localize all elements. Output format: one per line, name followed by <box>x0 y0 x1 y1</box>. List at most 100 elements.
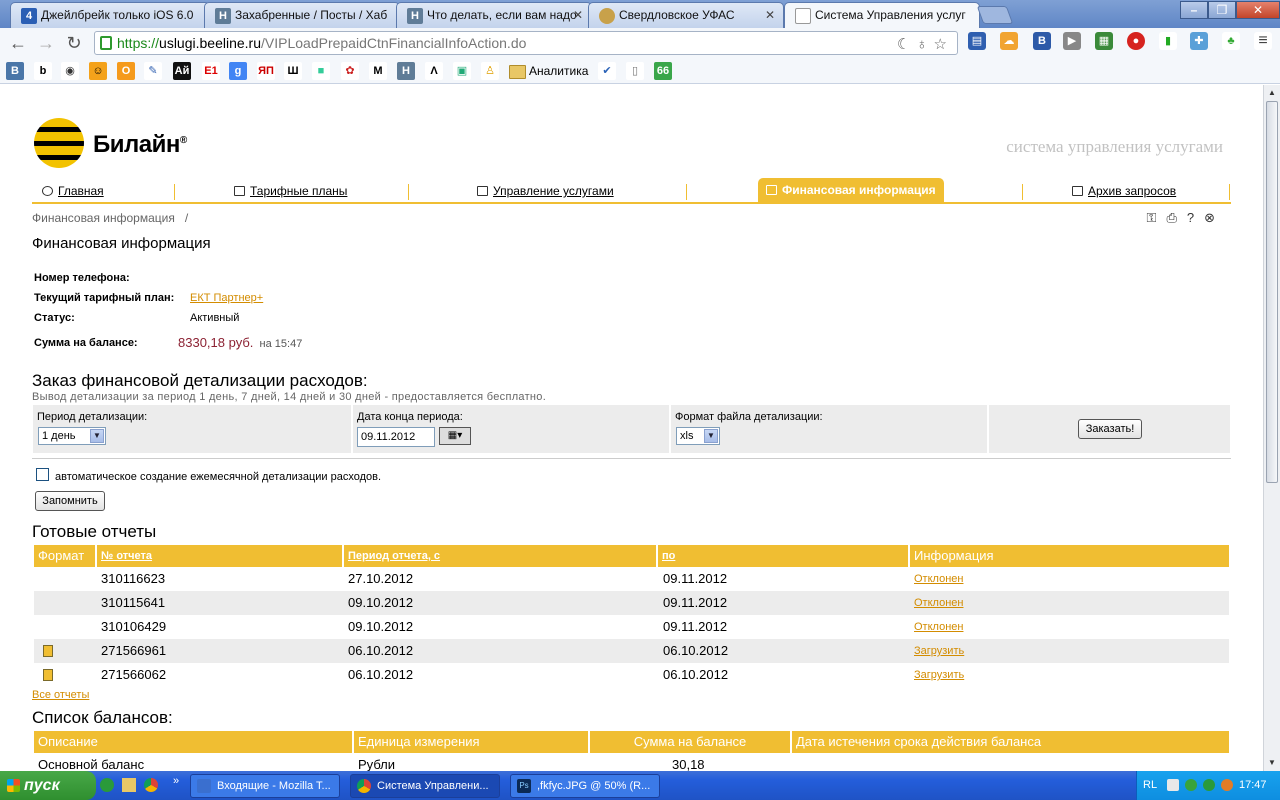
close-tab-icon[interactable]: ✕ <box>765 8 775 22</box>
report-info-link[interactable]: Загрузить <box>914 639 964 663</box>
play-icon[interactable]: ▶ <box>1063 32 1081 50</box>
browser-tab-1[interactable]: 4 Джейлбрейк только iOS 6.0 <box>10 2 210 28</box>
browser-tab-4[interactable]: Свердловское УФАС ✕ <box>588 2 784 28</box>
auto-detail-checkbox[interactable] <box>36 468 49 481</box>
language-indicator[interactable]: RL <box>1143 771 1157 800</box>
map-icon[interactable]: ▦ <box>1095 32 1113 50</box>
tray-status-icon[interactable] <box>1203 779 1215 791</box>
col-period-to[interactable]: по <box>658 545 910 567</box>
nav-home[interactable]: Главная <box>42 180 104 202</box>
star-icon[interactable]: ☆ <box>934 36 953 53</box>
signal-bars-icon[interactable]: ▮ <box>1159 32 1177 50</box>
close-icon[interactable]: ⊗ <box>1204 210 1225 225</box>
tray-update-icon[interactable] <box>1221 779 1233 791</box>
chat-icon[interactable]: ▤ <box>968 32 986 50</box>
url-path: /VIPLoadPrepaidCtnFinancialInfoAction.do <box>261 35 527 51</box>
puzzle-icon[interactable]: ✚ <box>1190 32 1208 50</box>
address-bar[interactable]: https://uslugi.beeline.ru/VIPLoadPrepaid… <box>94 31 958 55</box>
report-info-link[interactable]: Отклонен <box>914 615 963 639</box>
col-amount: Сумма на балансе <box>590 731 792 753</box>
chrome-icon[interactable] <box>144 778 158 792</box>
back-arrow-icon[interactable]: ← <box>8 33 28 53</box>
nav-archive[interactable]: Архив запросов <box>1072 180 1176 202</box>
format-select[interactable]: xls ▼ <box>676 427 720 445</box>
scrollbar-thumb[interactable] <box>1266 101 1278 483</box>
taskbar-chrome[interactable]: Система Управлени... <box>350 774 500 798</box>
leaf-icon[interactable]: ♣ <box>1222 32 1240 50</box>
report-info-link[interactable]: Загрузить <box>914 663 964 687</box>
ai-icon[interactable]: Ай <box>173 62 191 80</box>
bulb-icon[interactable]: ♁ <box>916 36 933 53</box>
maximize-button[interactable]: ❐ <box>1208 1 1236 19</box>
end-date-input[interactable]: 09.11.2012 <box>357 427 435 447</box>
chevron-right-icon[interactable]: » <box>173 775 179 787</box>
mask-icon[interactable]: ◉ <box>61 62 79 80</box>
nav-finance[interactable]: Финансовая информация <box>758 178 944 202</box>
columns-icon[interactable]: Ш <box>284 62 302 80</box>
start-button[interactable]: пуск <box>0 771 96 800</box>
person-icon[interactable]: ♙ <box>481 62 499 80</box>
wrench-icon[interactable]: ≡ <box>1254 32 1272 50</box>
period-select[interactable]: 1 день ▼ <box>38 427 106 445</box>
browser-tab-3[interactable]: H Что делать, если вам надо ✕ <box>396 2 592 28</box>
table-row: 310106429 09.10.2012 09.11.2012 Отклонен <box>34 615 1229 639</box>
remember-button[interactable]: Запомнить <box>35 491 105 511</box>
odnoklassniki-icon[interactable]: О <box>117 62 135 80</box>
e1-icon[interactable]: E1 <box>202 62 220 80</box>
pen-icon[interactable]: ✎ <box>144 62 162 80</box>
vertical-scrollbar[interactable]: ▲ ▼ <box>1263 85 1280 771</box>
nav-services[interactable]: Управление услугами <box>477 180 614 202</box>
period-label: Период детализации: <box>37 411 148 423</box>
close-window-button[interactable]: ✕ <box>1236 1 1280 19</box>
sixsix-icon[interactable]: 66 <box>654 62 672 80</box>
print-icon[interactable]: ⎙ <box>1166 210 1186 225</box>
taskbar-thunderbird[interactable]: Входящие - Mozilla T... <box>190 774 340 798</box>
b-icon[interactable]: b <box>34 62 52 80</box>
reload-icon[interactable]: ↻ <box>64 33 84 53</box>
square-icon[interactable]: ■ <box>312 62 330 80</box>
col-number[interactable]: № отчета <box>97 545 344 567</box>
all-reports-link[interactable]: Все отчеты <box>32 689 89 701</box>
nav-tariffs[interactable]: Тарифные планы <box>234 180 347 202</box>
calendar-button[interactable]: ▦▾ <box>439 427 471 445</box>
cube-icon[interactable]: ▣ <box>453 62 471 80</box>
forward-arrow-icon[interactable]: → <box>36 33 56 53</box>
smile-icon[interactable]: ☺ <box>89 62 107 80</box>
weather-icon[interactable]: ☁ <box>1000 32 1018 50</box>
tray-app-icon[interactable] <box>1167 779 1179 791</box>
utorrent-icon[interactable] <box>100 778 114 792</box>
close-tab-icon[interactable]: ✕ <box>573 8 583 22</box>
new-tab-button[interactable] <box>976 6 1014 24</box>
vk-icon[interactable]: В <box>6 62 24 80</box>
lambda-icon[interactable]: Λ <box>425 62 443 80</box>
google-icon[interactable]: g <box>229 62 247 80</box>
extension-swirl-icon[interactable]: ☾ <box>897 36 916 53</box>
order-button[interactable]: Заказать! <box>1078 419 1142 439</box>
key-icon[interactable]: ⚿ <box>1147 210 1167 225</box>
bookmark-folder-analytics[interactable]: Аналитика <box>509 62 588 80</box>
flower-icon[interactable]: ✿ <box>341 62 359 80</box>
tray-torrent-icon[interactable] <box>1185 779 1197 791</box>
adblock-icon[interactable]: ● <box>1127 32 1145 50</box>
help-icon[interactable]: ? <box>1187 210 1204 225</box>
yap-icon[interactable]: ЯП <box>257 62 275 80</box>
report-info-link[interactable]: Отклонен <box>914 591 963 615</box>
col-period-from[interactable]: Период отчета, с <box>344 545 658 567</box>
browser-tab-active[interactable]: Система Управления услуг <box>784 2 980 29</box>
file-icon[interactable] <box>43 645 53 657</box>
folder-icon[interactable] <box>122 778 136 792</box>
tariff-link[interactable]: ЕКТ Партнер+ <box>190 292 263 304</box>
vk-extension-icon[interactable]: В <box>1033 32 1051 50</box>
habr-icon[interactable]: H <box>397 62 415 80</box>
report-info-link[interactable]: Отклонен <box>914 567 963 591</box>
doc-icon[interactable]: ▯ <box>626 62 644 80</box>
file-icon[interactable] <box>43 669 53 681</box>
browser-tab-2[interactable]: H Захабренные / Посты / Хаб <box>204 2 400 28</box>
table-row: 271566961 06.10.2012 06.10.2012 Загрузить <box>34 639 1229 663</box>
scroll-up-icon[interactable]: ▲ <box>1266 87 1278 99</box>
minimize-button[interactable]: – <box>1180 1 1208 19</box>
check-icon[interactable]: ✔ <box>598 62 616 80</box>
m-icon[interactable]: M <box>369 62 387 80</box>
scroll-down-icon[interactable]: ▼ <box>1266 757 1278 769</box>
taskbar-photoshop[interactable]: Ps ,fkfyc.JPG @ 50% (R... <box>510 774 660 798</box>
